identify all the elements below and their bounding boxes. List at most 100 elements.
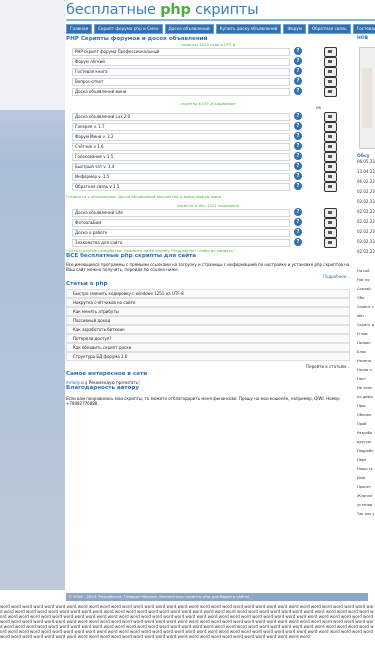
help-icon[interactable]: ? <box>294 67 302 75</box>
help-icon[interactable]: ? <box>294 238 302 246</box>
update-note: Готовятся к обновлению: Доска объявлений… <box>66 194 221 199</box>
bottom-word-list: word word word word word word word word … <box>0 604 374 639</box>
help-icon[interactable]: ? <box>294 122 302 130</box>
download-icon[interactable] <box>324 47 337 57</box>
download-icon[interactable] <box>324 172 337 182</box>
news-date: 02.02.23 <box>357 199 375 204</box>
article-link[interactable]: Как менять атрибуты <box>66 307 350 316</box>
script-row: Обратная связь v 1.5? <box>66 182 350 192</box>
sidebar-item: Скрипт д <box>357 323 375 327</box>
sidebar-item: На сай <box>357 269 370 273</box>
download-icon[interactable] <box>324 122 337 132</box>
nav-item[interactable]: Обратная связь <box>307 24 351 34</box>
article-link[interactable]: Быстро сменить кодировку с windows 1251 … <box>66 289 350 298</box>
script-row: Гостевая книга? <box>66 67 350 77</box>
news-date: 02.02.23 <box>357 189 375 194</box>
nav-item[interactable]: Скрипт форума php и Смен <box>94 24 163 34</box>
interesting-title: Самое интересное в сети <box>66 371 148 377</box>
news-date: 02.02.23 <box>357 219 375 224</box>
all-scripts-text: Все имеющиеся программы с прямыми ссылка… <box>66 262 350 272</box>
script-name[interactable]: ФотоальБом <box>72 219 290 227</box>
nav-item[interactable]: Форум <box>283 24 306 34</box>
download-icon[interactable] <box>324 142 337 152</box>
script-name[interactable]: Быстрый чат v. 1.4 <box>72 163 290 171</box>
script-name[interactable]: Доска объявлений Lux 2.0 <box>72 113 290 121</box>
script-name[interactable]: Информер v. 1.5 <box>72 173 290 181</box>
download-icon[interactable] <box>324 112 337 122</box>
download-icon[interactable] <box>324 57 337 67</box>
script-name[interactable]: Обратная связь v 1.5 <box>72 183 290 191</box>
news-date: 02.02.23 <box>357 239 375 244</box>
news-date: 13.04.23 <box>357 169 375 174</box>
article-link[interactable]: Накрутка счётчиков на сайте <box>66 298 350 307</box>
script-name[interactable]: Форум лёгкий <box>72 58 290 66</box>
script-name[interactable]: Знакомства для сайта <box>72 239 290 247</box>
script-row: Форум лёгкий? <box>66 57 350 67</box>
sidebar-item: Прос <box>357 404 367 408</box>
article-link[interactable]: Пассивный доход <box>66 316 350 325</box>
script-name[interactable]: Вопрос-ответ <box>72 78 290 86</box>
download-icon[interactable] <box>324 67 337 77</box>
help-icon[interactable]: ? <box>294 87 302 95</box>
download-icon[interactable] <box>324 228 337 238</box>
nav-item[interactable]: Купить доску объявлений <box>215 24 282 34</box>
script-name[interactable]: Форум Мини v. 2.2 <box>72 133 290 141</box>
article-link[interactable]: Потеряли доступ? <box>66 334 350 343</box>
script-name[interactable]: Доска о работе <box>72 229 290 237</box>
script-name[interactable]: PHP скрипт форума Профессиональный <box>72 48 290 56</box>
help-icon[interactable]: ? <box>294 152 302 160</box>
script-row: Доска объявлений Lite? <box>66 208 350 218</box>
articles-title[interactable]: Статьи о php <box>66 281 350 287</box>
script-name[interactable]: Гостевая книга <box>72 68 290 76</box>
sidebar-item: Журнал <box>357 494 373 498</box>
download-icon[interactable] <box>324 77 337 87</box>
nav-item[interactable]: Главная <box>66 24 93 34</box>
sidebar-item: Обновл <box>357 413 372 417</box>
download-icon[interactable] <box>324 162 337 172</box>
sidebar-item: Н нов <box>357 332 368 336</box>
script-row: Голосование v 1.5? <box>66 152 350 162</box>
help-icon[interactable]: ? <box>294 77 302 85</box>
nav-item[interactable]: Доска объявлений <box>164 24 214 34</box>
download-icon[interactable] <box>324 152 337 162</box>
article-link[interactable]: Как обновить скрипт доски <box>66 343 350 352</box>
article-link[interactable]: Структура БД форума 2.0 <box>66 352 350 361</box>
article-link[interactable]: Как заработать биткоин <box>66 325 350 334</box>
script-row: Доска объявлений мини? <box>66 87 350 97</box>
download-icon[interactable] <box>324 238 337 248</box>
site-logo[interactable]: бесплатные php скрипты <box>66 2 259 18</box>
sidebar-item: Обн <box>357 296 365 300</box>
help-icon[interactable]: ? <box>294 228 302 236</box>
download-icon[interactable] <box>324 218 337 228</box>
sidebar-item: Подробн <box>357 449 374 453</box>
main-content: PHP Скрипты форумов и досок объявлений с… <box>66 36 350 406</box>
help-icon[interactable]: ? <box>294 57 302 65</box>
more-link[interactable]: Подробнее... <box>323 274 350 279</box>
to-articles-link[interactable]: Перейти к статьям... <box>306 364 350 369</box>
help-icon[interactable]: ? <box>294 162 302 170</box>
help-icon[interactable]: ? <box>294 132 302 140</box>
script-name[interactable]: Галерея v. 1.7 <box>72 123 290 131</box>
help-icon[interactable]: ? <box>294 218 302 226</box>
right-sidebar: НОВ Обсу 06.05.23 13.04.23 06.02.23 02.02.2… <box>357 36 375 521</box>
help-icon[interactable]: ? <box>294 172 302 180</box>
download-icon[interactable] <box>324 182 337 192</box>
help-icon[interactable]: ? <box>294 182 302 190</box>
download-icon[interactable] <box>324 87 337 97</box>
logo-word-1: бесплатные <box>66 2 156 18</box>
script-row: Информер v. 1.5? <box>66 172 350 182</box>
script-name[interactable]: Голосование v 1.5 <box>72 153 290 161</box>
help-icon[interactable]: ? <box>294 208 302 216</box>
help-icon[interactable]: ? <box>294 142 302 150</box>
download-icon[interactable] <box>324 132 337 142</box>
all-scripts-title[interactable]: ВСЕ бесплатные php скрипты для сайта <box>66 253 350 259</box>
help-icon[interactable]: ? <box>294 47 302 55</box>
sidebar-item: Наст <box>357 377 366 381</box>
script-name[interactable]: Доска объявлений Lite <box>72 209 290 217</box>
script-name[interactable]: Счётчик v 1.6 <box>72 143 290 151</box>
script-name[interactable]: Доска объявлений мини <box>72 88 290 96</box>
download-icon[interactable] <box>324 208 337 218</box>
nav-item[interactable]: Гостевая кн <box>352 24 375 34</box>
sidebar-item: Пролет <box>357 485 371 489</box>
help-icon[interactable]: ? <box>294 112 302 120</box>
